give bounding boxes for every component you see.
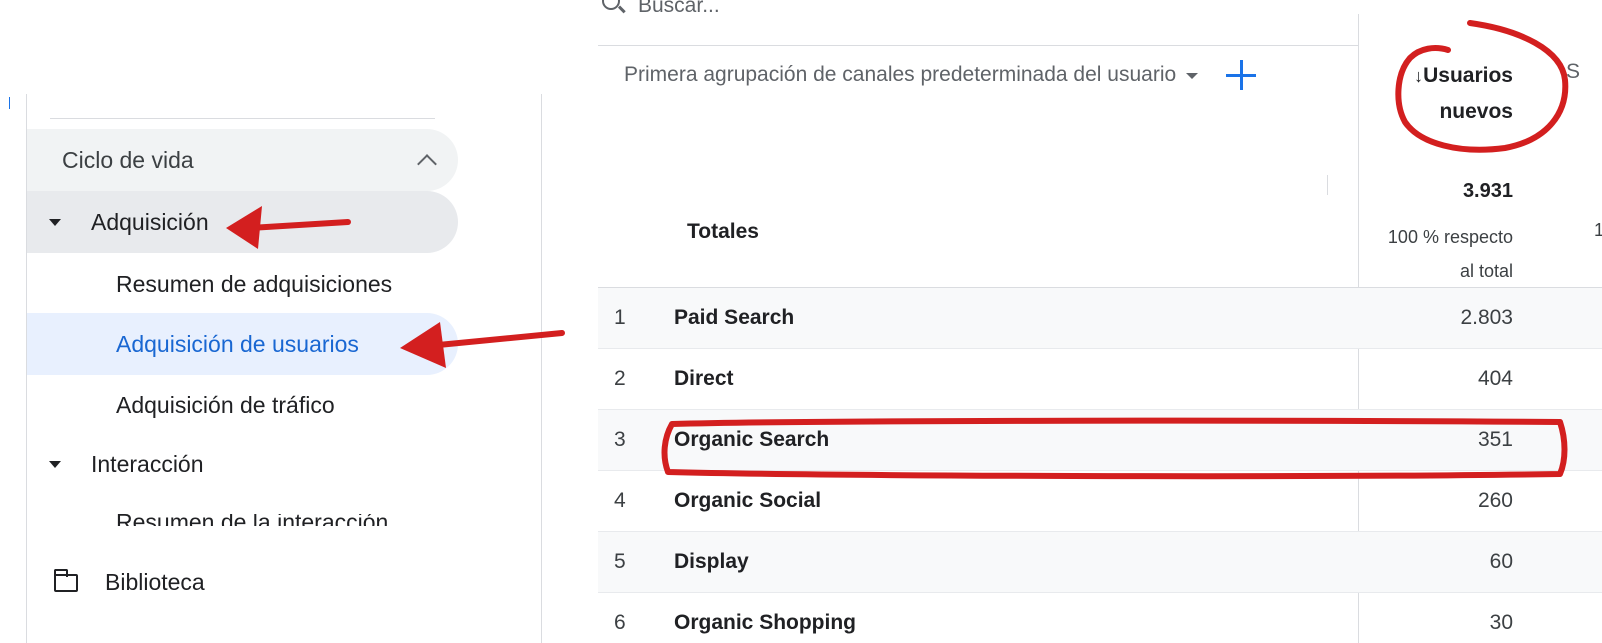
row-value: 60 (1489, 550, 1513, 573)
section-lifecycle-label: Ciclo de vida (62, 146, 194, 173)
sidebar-item-resumen-interaccion[interactable]: Resumen de la interacción (116, 514, 416, 526)
folder-icon (53, 568, 78, 592)
sidebar-footer (27, 554, 541, 643)
row-index: 2 (614, 367, 626, 390)
row-channel: Paid Search (674, 306, 795, 329)
sidebar-item-label: Biblioteca (105, 569, 205, 595)
table-row[interactable]: 4 Organic Social 260 (598, 471, 1602, 532)
row-value: 260 (1477, 489, 1513, 512)
sidebar-item-label: Adquisición de tráfico (116, 391, 335, 418)
totals-pct-line2: al total (1459, 261, 1513, 281)
row-value: 404 (1477, 367, 1513, 390)
search-icon (602, 0, 620, 10)
row-channel: Organic Shopping (674, 611, 856, 634)
row-channel: Display (674, 550, 749, 573)
metric-header-new-users[interactable]: ↓Usuarios nuevos (1383, 58, 1513, 130)
panel-edge-marker (9, 97, 10, 109)
sidebar-item-biblioteca[interactable]: Biblioteca (53, 568, 205, 596)
totals-value: 3.931 (1462, 180, 1513, 202)
table-row[interactable]: 5 Display 60 (598, 532, 1602, 593)
caret-down-icon (49, 218, 61, 226)
row-index: 5 (614, 550, 626, 573)
row-channel: Organic Search (674, 428, 830, 451)
sidebar: Ciclo de vida Adquisición Resumen de adq… (26, 94, 542, 643)
report-table: Primera agrupación de canales predetermi… (598, 0, 1602, 643)
table-row[interactable]: 1 Paid Search 2.803 (598, 288, 1602, 349)
dimension-selector[interactable]: Primera agrupación de canales predetermi… (624, 60, 1257, 90)
metric-header-line1: Usuarios (1423, 64, 1513, 87)
totals-label: Totales (687, 220, 759, 243)
row-index: 1 (614, 306, 626, 329)
search-bar (598, 0, 1358, 46)
chevron-up-icon[interactable] (417, 154, 437, 174)
sidebar-item-label: Adquisición de usuarios (116, 330, 359, 357)
sidebar-item-resumen-adquisiciones[interactable]: Resumen de adquisiciones (27, 253, 458, 315)
totals-pct-line1: 100 % respecto (1387, 227, 1513, 247)
dropdown-caret-icon[interactable] (1186, 73, 1199, 79)
sidebar-item-label: Resumen de la interacción (116, 514, 416, 526)
next-column-total: 1 (1594, 220, 1602, 240)
sidebar-item-adquisicion-trafico[interactable]: Adquisición de tráfico (27, 374, 458, 436)
sort-arrow-icon: ↓ (1414, 66, 1424, 86)
sidebar-divider (50, 118, 435, 119)
row-index: 3 (614, 428, 626, 451)
add-dimension-icon[interactable] (1226, 60, 1257, 90)
sidebar-group-label: Adquisición (91, 208, 209, 235)
table-row[interactable]: 3 Organic Search 351 (598, 410, 1602, 471)
totals-row: Totales 3.931 100 % respecto al total 1 (598, 172, 1602, 288)
dimension-header-label: Primera agrupación de canales predetermi… (624, 63, 1177, 86)
row-channel: Direct (674, 367, 734, 390)
table-row[interactable]: 6 Organic Shopping 30 (598, 593, 1602, 643)
sidebar-item-adquisicion-usuarios[interactable]: Adquisición de usuarios (27, 313, 458, 375)
sidebar-group-label: Interacción (91, 450, 204, 477)
caret-down-icon (49, 460, 61, 468)
section-lifecycle[interactable]: Ciclo de vida (27, 129, 458, 191)
row-value: 351 (1477, 428, 1513, 451)
row-value: 30 (1489, 611, 1513, 634)
sidebar-item-label: Resumen de adquisiciones (116, 270, 393, 297)
row-index: 6 (614, 611, 626, 634)
row-value: 2.803 (1460, 306, 1513, 329)
totals-divider (1327, 175, 1328, 195)
sidebar-group-interaccion[interactable]: Interacción (27, 433, 458, 495)
sidebar-group-adquisicion[interactable]: Adquisición (27, 191, 458, 253)
metric-header-line2: nuevos (1439, 100, 1513, 123)
totals-percentage: 100 % respecto al total (1338, 220, 1513, 288)
next-column-header[interactable]: S (1566, 60, 1580, 84)
row-channel: Organic Social (674, 489, 822, 512)
search-input[interactable] (638, 0, 1038, 24)
table-row[interactable]: 2 Direct 404 (598, 349, 1602, 410)
row-index: 4 (614, 489, 626, 512)
